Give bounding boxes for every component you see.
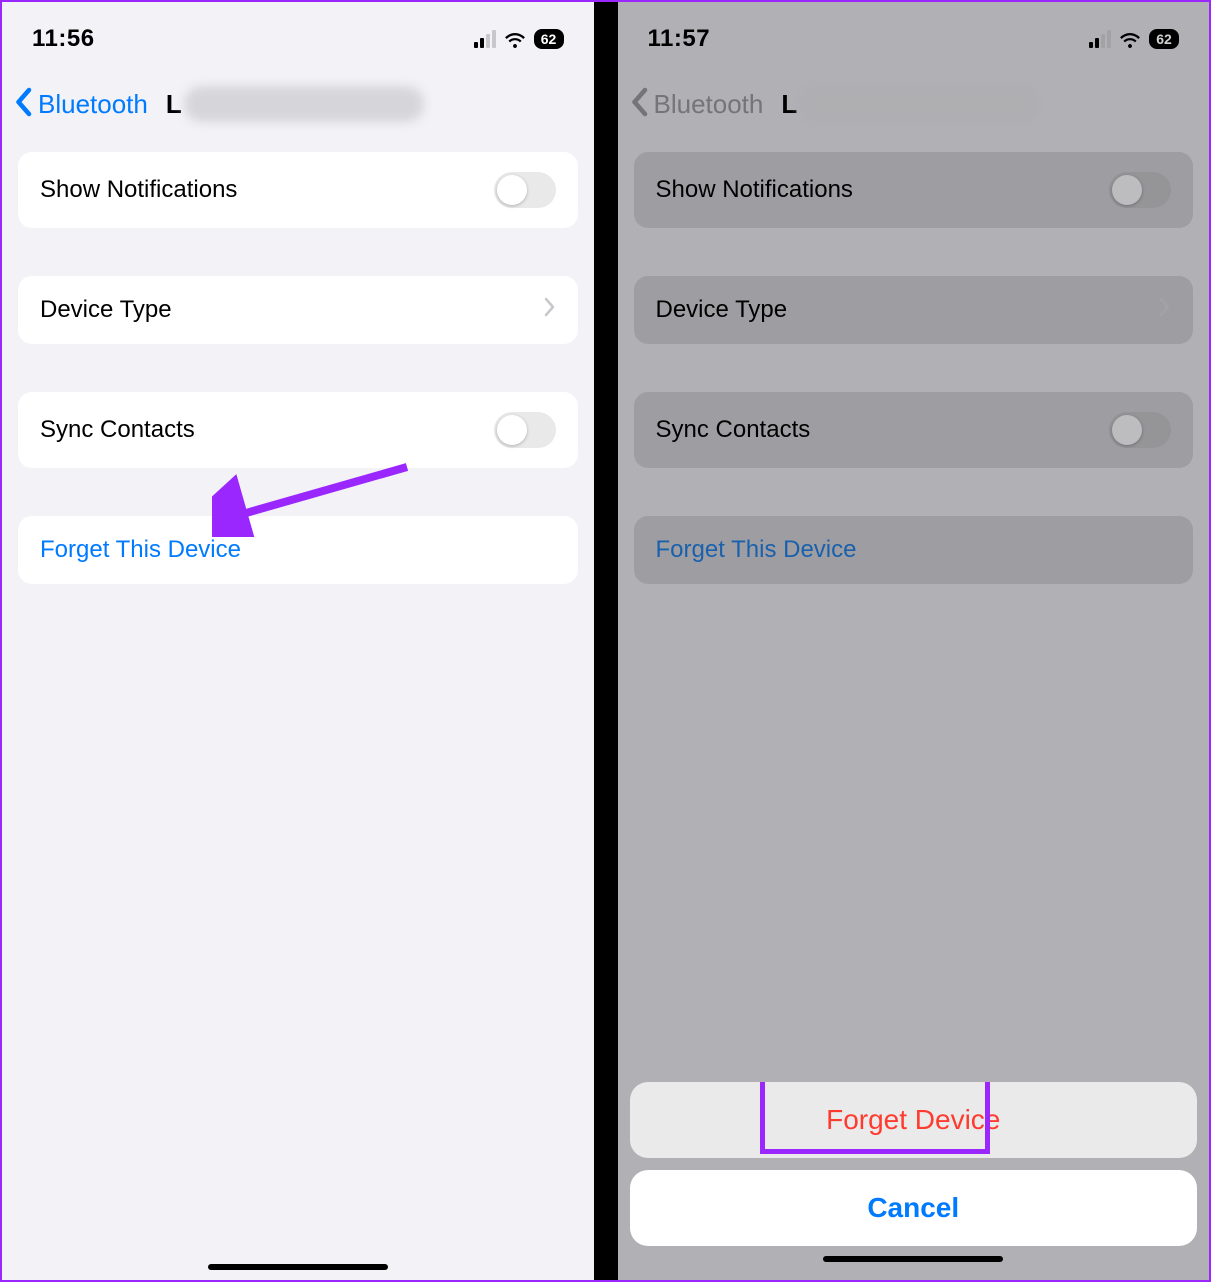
forget-this-device-button: Forget This Device [634,516,1194,584]
redacted-device-name [799,86,1039,122]
home-indicator [208,1264,388,1270]
sync-contacts-row[interactable]: Sync Contacts [18,392,578,468]
cancel-label: Cancel [867,1192,959,1223]
left-screenshot: 11:56 62 Bluetooth L Show Notifications … [2,2,594,1280]
home-indicator [823,1256,1003,1262]
chevron-right-icon [1159,296,1171,324]
status-time: 11:56 [32,25,95,53]
redacted-device-name [184,86,424,122]
screenshot-divider [594,2,618,1280]
nav-bar: Bluetooth L [2,66,594,152]
device-type-row[interactable]: Device Type [18,276,578,344]
nav-bar: Bluetooth L [618,66,1210,152]
device-type-row: Device Type [634,276,1194,344]
status-icons: 62 [1089,29,1179,49]
action-sheet: Forget Device Cancel [630,1082,1198,1262]
status-bar: 11:56 62 [2,2,594,66]
sync-contacts-label: Sync Contacts [656,416,811,444]
wifi-icon [504,30,526,48]
sync-contacts-toggle [1109,412,1171,448]
forget-device-label: Forget Device [826,1104,1000,1135]
back-button-label[interactable]: Bluetooth [38,89,148,120]
cellular-signal-icon [474,30,496,48]
show-notifications-row: Show Notifications [634,152,1194,228]
action-sheet-group: Forget Device [630,1082,1198,1158]
forget-label: Forget This Device [656,536,857,564]
right-screenshot: 11:57 62 Bluetooth L Show Notifications … [618,2,1210,1280]
sync-contacts-label: Sync Contacts [40,416,195,444]
battery-badge: 62 [534,29,564,49]
sync-contacts-row: Sync Contacts [634,392,1194,468]
show-notifications-label: Show Notifications [656,176,853,204]
status-icons: 62 [474,29,564,49]
show-notifications-row[interactable]: Show Notifications [18,152,578,228]
battery-badge: 62 [1149,29,1179,49]
show-notifications-toggle [1109,172,1171,208]
sync-contacts-toggle[interactable] [494,412,556,448]
device-type-label: Device Type [40,296,172,324]
device-type-label: Device Type [656,296,788,324]
wifi-icon [1119,30,1141,48]
cancel-button[interactable]: Cancel [630,1170,1198,1246]
back-chevron-icon [630,87,648,122]
back-chevron-icon[interactable] [14,87,32,122]
device-name-prefix: L [166,89,182,120]
chevron-right-icon [544,296,556,324]
status-bar: 11:57 62 [618,2,1210,66]
forget-this-device-button[interactable]: Forget This Device [18,516,578,584]
show-notifications-toggle[interactable] [494,172,556,208]
show-notifications-label: Show Notifications [40,176,237,204]
status-time: 11:57 [648,25,711,53]
forget-device-button[interactable]: Forget Device [630,1082,1198,1158]
cellular-signal-icon [1089,30,1111,48]
forget-label: Forget This Device [40,536,241,564]
back-button-label: Bluetooth [654,89,764,120]
device-name-prefix: L [781,89,797,120]
